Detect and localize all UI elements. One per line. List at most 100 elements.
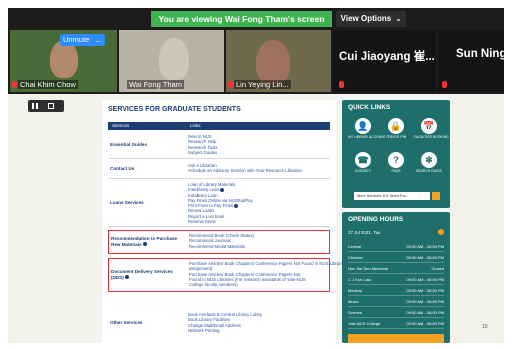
quick-link-faqs[interactable]: ? FAQS xyxy=(381,152,411,173)
info-icon xyxy=(220,188,225,193)
quick-link-label: SEARCH GUIDE xyxy=(416,169,442,173)
table-row: Other Services Book Artefacts & Central … xyxy=(108,310,330,336)
table-row-highlighted: Document Delivery Services (DDS) Purchas… xyxy=(108,258,401,292)
more-services-select[interactable]: More Services 101 Items For... xyxy=(354,192,430,200)
quick-links-title: QUICK LINKS xyxy=(348,104,391,111)
service-link[interactable]: Recommend Media Materials xyxy=(189,244,254,249)
hours-row: Yale-NUS College 09:00 AM - 08:00 PM xyxy=(348,319,444,329)
sun-icon xyxy=(438,229,444,235)
opening-hours-title: OPENING HOURS xyxy=(348,216,404,223)
library-hours: 09:00 AM - 08:00 PM xyxy=(406,277,444,282)
service-link[interactable]: Interlibrary Loan xyxy=(188,187,219,192)
library-name[interactable]: Yale-NUS College xyxy=(348,321,380,326)
opening-hours-date: 27 Jul 2021, Tue xyxy=(348,230,381,235)
quick-link-label: MY LIBRARY ACCOUNT xyxy=(348,135,386,139)
hours-row: Science 09:00 AM - 08:00 PM xyxy=(348,308,444,318)
library-name[interactable]: C J Koh Law xyxy=(348,277,371,282)
participant-tile[interactable]: Sun Ninglu xyxy=(438,30,504,92)
participant-gallery: Unmute ... Chai Khim Chow Wai Fong Tham … xyxy=(8,30,504,94)
participant-tile[interactable]: Unmute ... Chai Khim Chow xyxy=(10,30,117,92)
table-row-highlighted: Recommendation to Purchase New Materials… xyxy=(108,230,330,254)
service-link[interactable]: Print From to Pay Fines xyxy=(188,203,233,208)
decorative-border xyxy=(452,94,504,343)
viewing-screen-banner: You are viewing Wai Fong Tham's screen xyxy=(151,11,332,27)
quick-link-facilities-booking[interactable]: 📅 FACILITIES BOOKING xyxy=(414,118,449,139)
service-link[interactable]: Subject Guides xyxy=(188,150,218,155)
service-name: Document Delivery Services (DDS) xyxy=(111,269,173,280)
service-link[interactable]: Reserve Items xyxy=(188,219,253,224)
quick-link-label: CREATE PIN xyxy=(385,135,407,139)
lock-icon: 🔒 xyxy=(388,118,404,134)
table-header: Services Links xyxy=(108,122,330,130)
shared-screen: SERVICES FOR GRADUATE STUDENTS Services … xyxy=(8,94,504,343)
quick-link-create-pin[interactable]: 🔒 CREATE PIN xyxy=(381,118,411,139)
library-hours: 09:00 AM - 08:00 PM xyxy=(406,310,444,315)
participant-name: Wai Fong Tham xyxy=(127,80,184,89)
library-hours: 09:00 AM - 08:00 PM xyxy=(406,299,444,304)
muted-mic-icon xyxy=(228,81,233,88)
service-link[interactable]: Research Help xyxy=(188,139,218,144)
library-hours: Closed xyxy=(431,266,444,271)
participant-tile[interactable]: Lin Yeying Lin... xyxy=(226,30,331,92)
column-header-links: Links xyxy=(190,123,201,128)
screen-share-controls[interactable] xyxy=(28,100,64,112)
gear-icon: ✻ xyxy=(421,152,437,168)
view-options-label: View Options xyxy=(340,14,392,23)
table-row: Essential Guides New to NUS Research Hel… xyxy=(108,132,330,159)
quick-link-my-library-account[interactable]: 👤 MY LIBRARY ACCOUNT xyxy=(348,118,386,139)
quick-link-label: FAQS xyxy=(391,169,401,173)
zoom-window: You are viewing Wai Fong Tham's screen V… xyxy=(8,8,504,343)
quick-link-contact[interactable]: ☎ CONTACT xyxy=(348,152,378,173)
service-link[interactable]: Network Printing xyxy=(188,328,262,333)
library-name[interactable]: Chinese xyxy=(348,255,363,260)
unmute-label: Unmute xyxy=(63,35,90,44)
phone-icon: ☎ xyxy=(355,152,371,168)
service-name: Loans Services xyxy=(110,200,144,205)
library-name[interactable]: Medical xyxy=(348,288,362,293)
service-name: Essential Guides xyxy=(110,142,148,147)
library-name[interactable]: Hon Sui Sen Memorial xyxy=(348,266,388,271)
hours-row: Medical 09:00 AM - 08:00 PM xyxy=(348,286,444,296)
quick-links-panel: QUICK LINKS 👤 MY LIBRARY ACCOUNT 🔒 CREAT… xyxy=(342,100,450,208)
muted-mic-icon xyxy=(339,81,344,88)
service-name: Contact Us xyxy=(110,166,135,171)
participant-name: Cui Jiaoyang 崔... xyxy=(339,51,435,63)
decorative-border xyxy=(8,94,96,343)
question-icon: ? xyxy=(388,152,404,168)
unmute-button[interactable]: Unmute ... xyxy=(60,34,106,46)
library-name[interactable]: Central xyxy=(348,244,361,249)
muted-mic-icon xyxy=(442,81,447,88)
service-link[interactable]: Schedule an Advisory Session with Your R… xyxy=(188,168,302,173)
services-page: SERVICES FOR GRADUATE STUDENTS Services … xyxy=(102,100,401,343)
participant-name: Chai Khim Chow xyxy=(18,80,78,89)
hours-row: C J Koh Law 09:00 AM - 08:00 PM xyxy=(348,275,444,285)
go-button[interactable] xyxy=(432,192,440,200)
participant-video xyxy=(256,40,290,84)
participant-name: Sun Ninglu xyxy=(456,48,504,60)
view-options-button[interactable]: View Options ⌄ xyxy=(336,11,406,27)
library-hours: 09:00 AM - 08:00 PM xyxy=(406,255,444,260)
person-icon: 👤 xyxy=(355,118,371,134)
hours-row: Central 09:00 AM - 08:00 PM xyxy=(348,242,444,252)
info-icon xyxy=(234,204,239,209)
library-hours: 09:00 AM - 08:00 PM xyxy=(406,244,444,249)
participant-tile[interactable]: Cui Jiaoyang 崔... xyxy=(333,30,436,92)
more-options-icon[interactable]: ... xyxy=(95,35,102,44)
service-name: Other Services xyxy=(110,320,143,325)
participant-tile[interactable]: Wai Fong Tham xyxy=(119,30,224,92)
library-name[interactable]: Science xyxy=(348,310,362,315)
hours-row: Chinese 09:00 AM - 08:00 PM xyxy=(348,253,444,263)
more-hours-button[interactable] xyxy=(348,334,444,343)
quick-link-search-guide[interactable]: ✻ SEARCH GUIDE xyxy=(414,152,444,173)
top-banner: You are viewing Wai Fong Tham's screen V… xyxy=(8,8,504,30)
library-name[interactable]: Music xyxy=(348,299,358,304)
layout-icon[interactable] xyxy=(48,103,54,109)
chevron-down-icon: ⌄ xyxy=(395,16,402,23)
participant-name: Lin Yeying Lin... xyxy=(234,80,291,89)
pause-icon[interactable] xyxy=(32,103,38,109)
opening-hours-panel: OPENING HOURS 27 Jul 2021, Tue Central 0… xyxy=(342,212,450,343)
calendar-icon: 📅 xyxy=(421,118,437,134)
column-header-services: Services xyxy=(112,123,130,128)
participant-video xyxy=(159,38,189,80)
library-hours: 09:00 AM - 08:00 PM xyxy=(406,288,444,293)
